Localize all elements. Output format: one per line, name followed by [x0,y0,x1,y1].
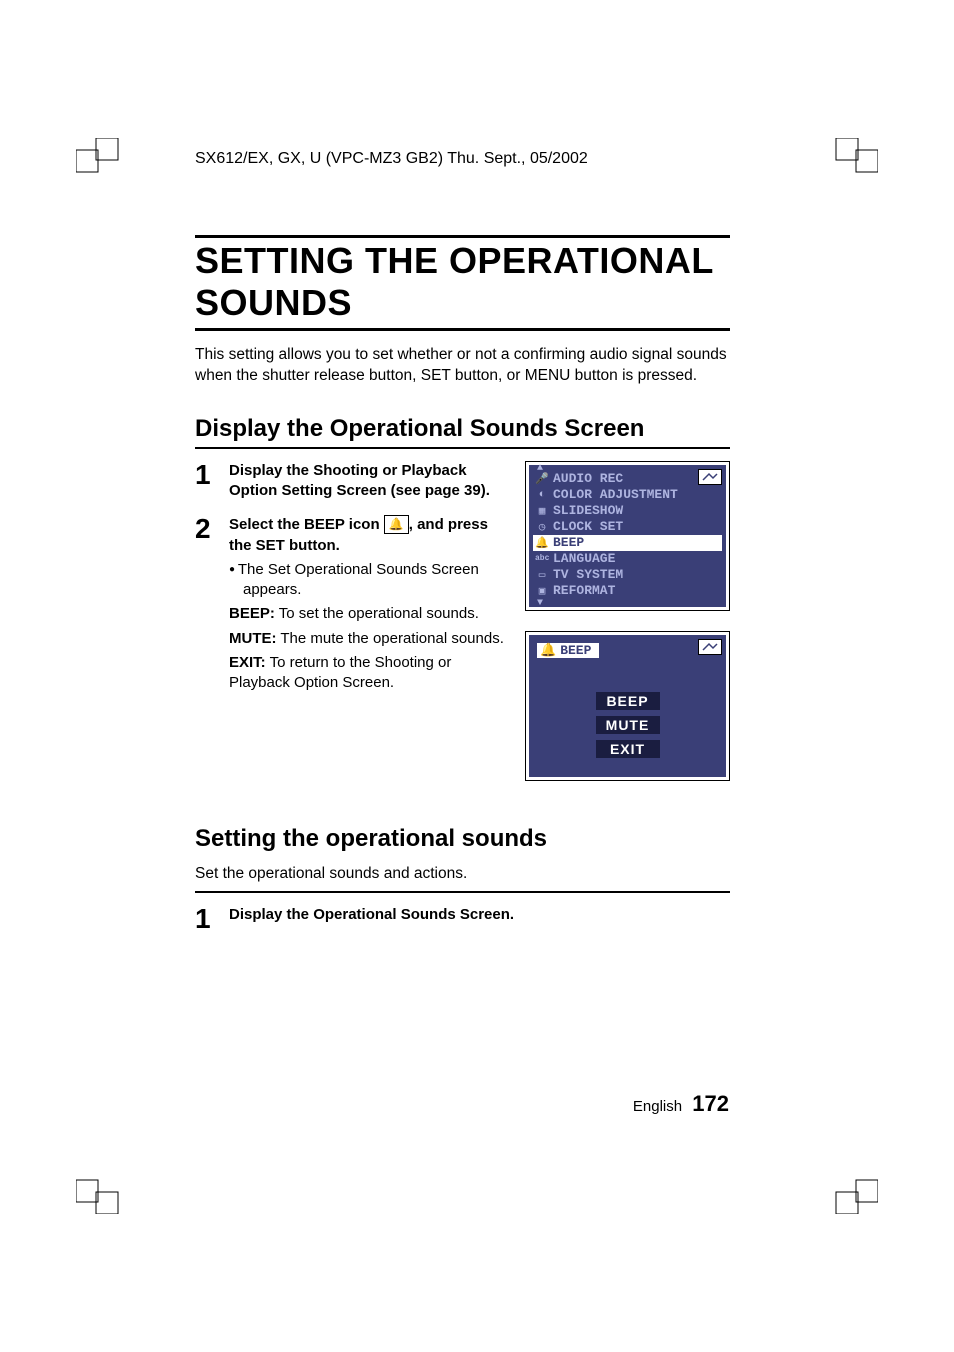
print-header: SX612/EX, GX, U (VPC-MZ3 GB2) Thu. Sept.… [195,150,588,168]
tool-icon [698,469,722,485]
beep-screen-title: 🔔 BEEP [537,643,599,658]
page-footer: English 172 [633,1091,729,1117]
menu-item-color: ◐COLOR ADJUSTMENT [533,487,722,503]
step-2: 2 Select the BEEP icon 🔔, and press the … [195,515,505,693]
scroll-down-icon: ▼ [537,598,543,609]
tv-icon: ▭ [535,568,549,582]
page-title: SETTING THE OPERATIONAL SOUNDS [195,235,730,331]
beep-option-mute: MUTE [596,716,660,734]
section2-step-1: 1 Display the Operational Sounds Screen. [195,905,730,933]
lang-icon: abc [535,554,549,563]
beep-icon: 🔔 [384,515,409,533]
def-beep: BEEP: To set the operational sounds. [229,604,505,624]
crop-mark-br [834,1170,878,1214]
def-exit: EXIT: To return to the Shooting or Playb… [229,653,505,694]
content-area: SETTING THE OPERATIONAL SOUNDS This sett… [195,235,730,947]
section2-step1-text: Display the Operational Sounds Screen. [229,906,514,923]
step-1: 1 Display the Shooting or Playback Optio… [195,461,505,502]
scroll-up-icon: ▲ [537,463,543,474]
section1-heading: Display the Operational Sounds Screen [195,415,730,449]
footer-language: English [633,1098,682,1115]
mic-icon: 🎤 [535,472,549,486]
menu-item-slideshow: ▦SLIDESHOW [533,503,722,519]
page-number: 172 [692,1091,729,1116]
crop-mark-bl [76,1170,120,1214]
intro-text: This setting allows you to set whether o… [195,345,730,387]
beep-option-exit: EXIT [596,740,660,758]
step1-text: Display the Shooting or Playback Option … [229,462,490,499]
section2-sub: Set the operational sounds and actions. [195,865,730,883]
menu-item-tv: ▭TV SYSTEM [533,567,722,583]
step-number: 1 [195,905,229,933]
step2-bullet: The Set Operational Sounds Screen appear… [229,560,505,601]
card-icon: ▣ [535,584,549,598]
lcd-screen-menu: ▲ 🎤AUDIO REC ◐COLOR ADJUSTMENT ▦SLIDESHO… [525,461,730,611]
def-mute: MUTE: The mute the operational sounds. [229,629,505,649]
menu-item-clock: ◷CLOCK SET [533,519,722,535]
crop-mark-tl [76,138,120,182]
step-number: 2 [195,515,229,693]
step2-title: Select the BEEP icon 🔔, and press the SE… [229,515,505,556]
menu-item-reformat: ▣REFORMAT [533,583,722,599]
crop-mark-tr [834,138,878,182]
clock-icon: ◷ [535,520,549,534]
section2-heading: Setting the operational sounds [195,825,730,853]
menu-item-beep: 🔔BEEP [533,535,722,551]
menu-item-language: abcLANGUAGE [533,551,722,567]
menu-item-audio-rec: 🎤AUDIO REC [533,471,722,487]
bell-icon: 🔔 [535,536,549,550]
step-number: 1 [195,461,229,502]
bell-icon: 🔔 [540,643,556,658]
page: SX612/EX, GX, U (VPC-MZ3 GB2) Thu. Sept.… [0,0,954,1352]
slideshow-icon: ▦ [535,504,549,518]
color-icon: ◐ [535,489,549,501]
tool-icon [698,639,722,655]
divider [195,891,730,893]
beep-option-beep: BEEP [596,692,660,710]
lcd-screen-beep: 🔔 BEEP BEEP MUTE EXIT [525,631,730,781]
